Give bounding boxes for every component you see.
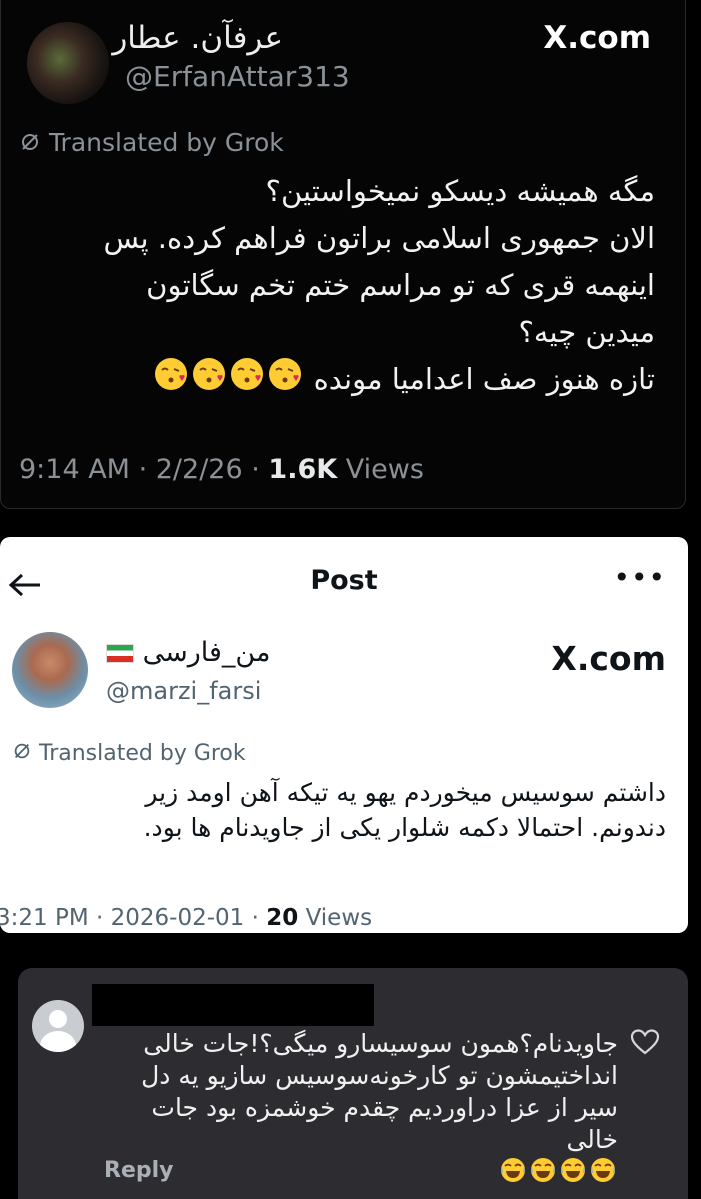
grok-icon — [12, 741, 32, 767]
user-handle[interactable]: @marzi_farsi — [106, 677, 261, 705]
laugh-emoji-icon — [499, 1156, 527, 1192]
tweet-time[interactable]: 3:21 PM — [0, 905, 89, 931]
tweet-date[interactable]: 2026-02-01 — [111, 905, 245, 931]
heart-icon[interactable] — [630, 1028, 660, 1060]
translated-by-grok: Translated by Grok — [19, 128, 284, 159]
brand-label: X.com — [551, 639, 666, 678]
more-icon[interactable]: ••• — [613, 561, 666, 594]
brand-label: X.com — [543, 20, 651, 56]
page-title: Post — [310, 565, 378, 596]
tweet-line: تازه هنوز صف اعدامیا مونده — [55, 356, 655, 406]
display-name: من_فارسی — [106, 637, 270, 668]
kiss-emoji-icon — [191, 356, 227, 406]
views-count: 20 — [266, 905, 299, 931]
kiss-emoji-icon — [229, 356, 265, 406]
tweet-line: مگه همیشه دیسکو نمیخواستین؟ — [265, 174, 655, 208]
kiss-emoji-icon — [267, 356, 303, 406]
tweet-card-dark: عرفآن. عطار @ErfanAttar313 X.com Transla… — [0, 0, 686, 509]
laugh-emoji-icon — [589, 1156, 617, 1192]
kiss-emoji-icon — [153, 356, 189, 406]
comment-line: سیر از عزا دراوردیم چقدم خوشمزه بود جات … — [151, 1093, 618, 1154]
display-name: عرفآن. عطار — [112, 20, 283, 56]
tweet-line: دندونم. احتمالا دکمه شلوار یکی از جاویدن… — [143, 813, 666, 842]
tweet-time[interactable]: 9:14 AM — [19, 454, 130, 485]
grok-icon — [19, 130, 41, 159]
avatar[interactable] — [12, 632, 88, 708]
comment-line: جاویدنام؟همون سوسیسارو میگی؟!جات خالی — [143, 1029, 618, 1058]
tweet-line: داشتم سوسیس میخوردم یهو یه تیکه آهن اومد… — [145, 778, 666, 807]
translated-by-grok: Translated by Grok — [12, 741, 246, 767]
reply-button[interactable]: Reply — [104, 1158, 174, 1183]
tweet-meta: 3:21 PM · 2026-02-01 · 20 Views — [0, 905, 372, 931]
tweet-text: داشتم سوسیس میخوردم یهو یه تیکه آهن اومد… — [46, 775, 666, 845]
redacted-username — [92, 984, 374, 1026]
views-count: 1.6K — [268, 454, 338, 485]
tweet-card-light: Post ••• من_فارسی @marzi_farsi X.com Tra… — [0, 537, 688, 933]
tweet-line: میدین چیه؟ — [518, 315, 656, 349]
laugh-emoji-icon — [559, 1156, 587, 1192]
tweet-text: مگه همیشه دیسکو نمیخواستین؟ الان جمهوری … — [55, 168, 655, 406]
comment-text: جاویدنام؟همون سوسیسارو میگی؟!جات خالی ان… — [96, 1028, 618, 1192]
tweet-meta: 9:14 AM · 2/2/26 · 1.6K Views — [19, 454, 424, 485]
views-label: Views — [305, 905, 373, 931]
tweet-line: الان جمهوری اسلامی براتون فراهم کرده. پس — [103, 221, 655, 255]
comment-card: جاویدنام؟همون سوسیسارو میگی؟!جات خالی ان… — [18, 968, 688, 1199]
views-label: Views — [345, 454, 424, 485]
comment-line — [96, 1156, 618, 1192]
laugh-emoji-icon — [529, 1156, 557, 1192]
avatar[interactable] — [27, 22, 109, 104]
tweet-date[interactable]: 2/2/26 — [156, 454, 243, 485]
iran-flag-icon — [106, 644, 134, 663]
tweet-line: اینهمه قری که تو مراسم ختم تخم سگاتون — [146, 268, 655, 302]
user-handle[interactable]: @ErfanAttar313 — [125, 60, 350, 93]
default-avatar-icon[interactable] — [32, 1000, 84, 1052]
comment-line: انداختیمشون تو کارخونه‌سوسیس سازیو یه دل — [141, 1061, 618, 1090]
